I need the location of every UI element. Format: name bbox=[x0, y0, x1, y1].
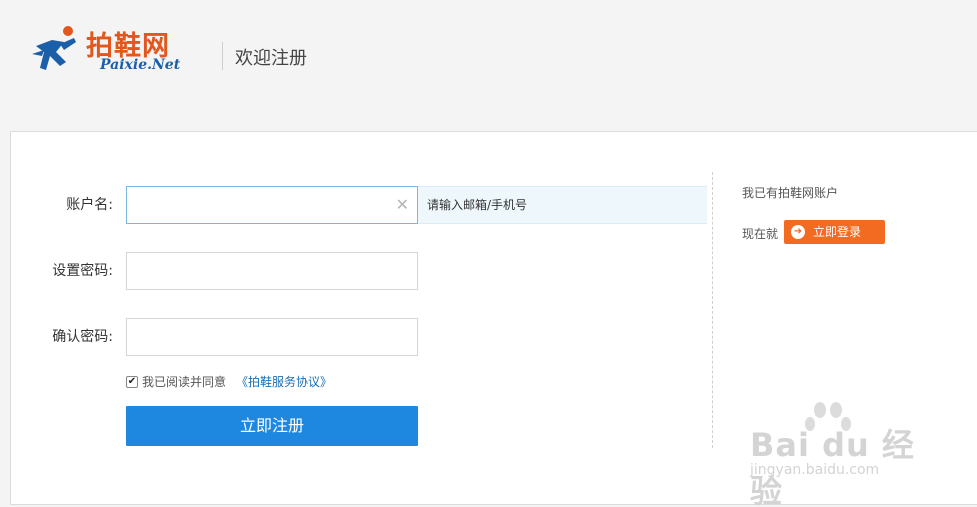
account-label: 账户名: bbox=[66, 197, 113, 213]
confirm-password-field[interactable] bbox=[126, 318, 418, 356]
vertical-divider bbox=[712, 172, 713, 448]
watermark-url: jingyan.baidu.com bbox=[750, 462, 880, 478]
password-input[interactable] bbox=[127, 253, 417, 289]
account-input[interactable] bbox=[127, 187, 417, 223]
baidu-watermark: Bai du 经验 jingyan.baidu.com bbox=[745, 400, 945, 507]
now-text: 现在就 bbox=[742, 227, 779, 241]
login-button[interactable]: ➜ 立即登录 bbox=[784, 220, 885, 244]
password-label: 设置密码: bbox=[52, 263, 113, 279]
page-title: 欢迎注册 bbox=[235, 48, 307, 69]
agreement-row: ✔ 我已阅读并同意 《拍鞋服务协议》 bbox=[126, 373, 332, 390]
account-field[interactable]: ✕ bbox=[126, 186, 418, 224]
logo-text-en: Paixie.Net bbox=[100, 57, 181, 73]
runner-logo-icon bbox=[32, 26, 76, 70]
confirm-password-input[interactable] bbox=[127, 319, 417, 355]
register-button[interactable]: 立即注册 bbox=[126, 406, 418, 446]
confirm-password-label: 确认密码: bbox=[52, 329, 113, 345]
agree-checkbox[interactable]: ✔ bbox=[126, 375, 138, 388]
agree-text: 我已阅读并同意 bbox=[142, 375, 227, 389]
account-hint: 请输入邮箱/手机号 bbox=[418, 186, 707, 224]
arrow-right-icon: ➜ bbox=[791, 225, 805, 239]
have-account-text: 我已有拍鞋网账户 bbox=[742, 186, 839, 200]
header-divider bbox=[222, 42, 223, 70]
site-logo[interactable]: 拍鞋网 Paixie.Net bbox=[30, 22, 205, 78]
password-field[interactable] bbox=[126, 252, 418, 290]
service-agreement-link[interactable]: 《拍鞋服务协议》 bbox=[236, 373, 332, 390]
page-header: 拍鞋网 Paixie.Net 欢迎注册 bbox=[0, 0, 977, 131]
login-button-label: 立即登录 bbox=[813, 225, 862, 239]
clear-icon[interactable]: ✕ bbox=[396, 196, 409, 214]
